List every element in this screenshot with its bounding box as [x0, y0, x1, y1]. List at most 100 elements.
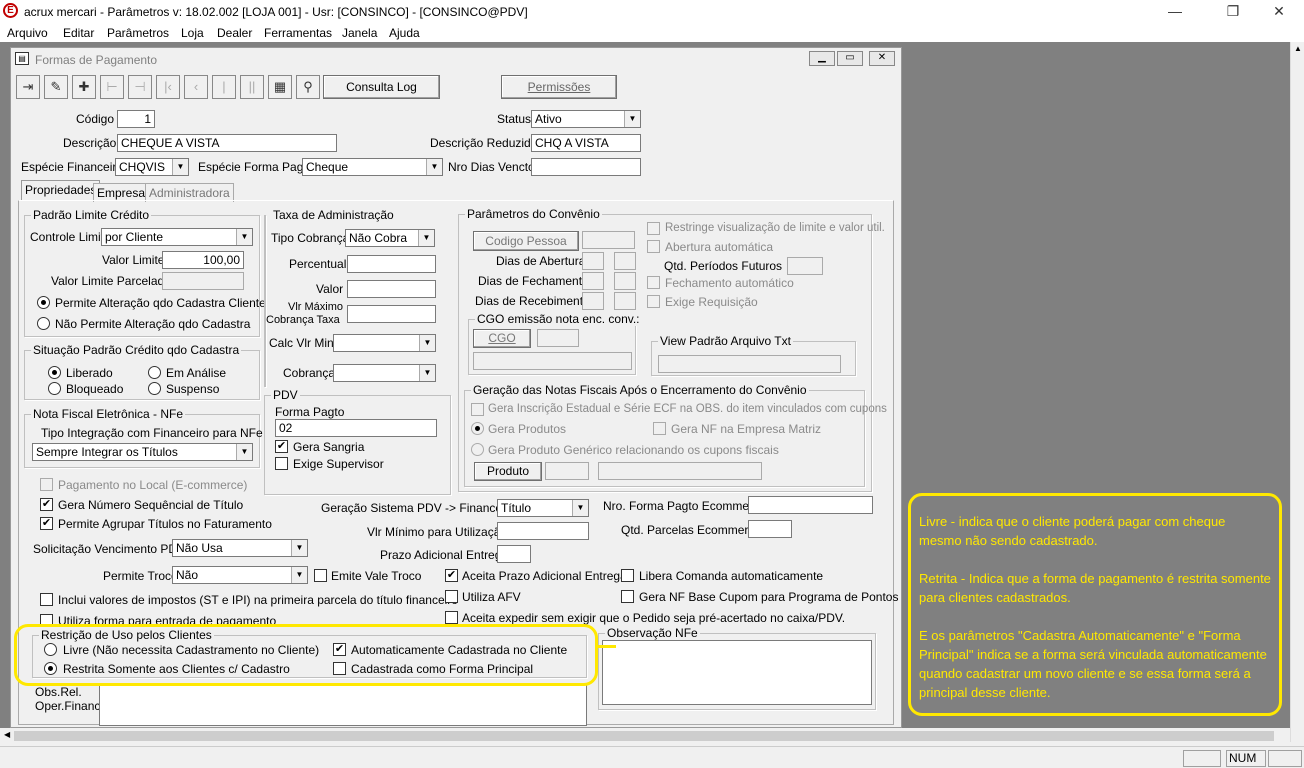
search-icon[interactable]: ⚲ [296, 75, 320, 99]
solicitacao-select[interactable]: Não Usa ▼ [172, 539, 308, 557]
menu-janela[interactable]: Janela [342, 26, 377, 40]
close-icon[interactable]: ✕ [1264, 2, 1294, 22]
chevron-down-icon[interactable]: ▼ [624, 111, 640, 127]
tipo-integracao-select[interactable]: Sempre Integrar os Títulos ▼ [32, 443, 253, 461]
menu-parametros[interactable]: Parâmetros [107, 26, 169, 40]
gera-nf-matriz-checkbox[interactable] [653, 422, 666, 435]
exige-supervisor-checkbox[interactable] [275, 457, 288, 470]
child-minimize-icon[interactable]: ▁ [809, 51, 835, 66]
dias-recebimento-input[interactable] [582, 292, 604, 310]
dias-abertura-input2[interactable] [614, 252, 636, 270]
controle-limite-select[interactable]: por Cliente ▼ [101, 228, 253, 246]
cobranca-select[interactable]: ▼ [333, 364, 436, 382]
nao-permite-alteracao-radio[interactable] [37, 317, 50, 330]
percentual-input[interactable] [347, 255, 436, 273]
horizontal-scrollbar[interactable]: ◀ [0, 728, 1290, 744]
valor-input[interactable] [347, 280, 436, 298]
codigo-input[interactable]: 1 [117, 110, 155, 128]
gera-nf-base-checkbox[interactable] [621, 590, 634, 603]
calc-vlr-min-select[interactable]: ▼ [333, 334, 436, 352]
qtd-periodos-input[interactable] [787, 257, 823, 275]
chevron-down-icon[interactable]: ▼ [291, 540, 307, 556]
chevron-down-icon[interactable]: ▼ [426, 159, 442, 175]
edit-icon[interactable]: ✎ [44, 75, 68, 99]
consulta-log-button[interactable]: Consulta Log [323, 75, 440, 99]
dias-fechamento-input[interactable] [582, 272, 604, 290]
menu-arquivo[interactable]: Arquivo [7, 26, 48, 40]
obs-rel-textarea[interactable] [99, 684, 587, 726]
tipo-cobranca-select[interactable]: Não Cobra ▼ [345, 229, 435, 247]
cgo-description-input[interactable] [473, 352, 632, 370]
abertura-auto-checkbox[interactable] [647, 240, 660, 253]
menu-loja[interactable]: Loja [181, 26, 204, 40]
permite-troco-select[interactable]: Não ▼ [172, 566, 308, 584]
forma-pagto-input[interactable]: 02 [275, 419, 437, 437]
last-icon[interactable]: || [240, 75, 264, 99]
cgo-input[interactable] [537, 329, 579, 347]
inclui-valores-checkbox[interactable] [40, 593, 53, 606]
tab-propriedades[interactable]: Propriedades [21, 180, 101, 201]
chevron-down-icon[interactable]: ▼ [236, 444, 252, 460]
exit-icon[interactable]: ⇥ [16, 75, 40, 99]
nro-forma-ecom-input[interactable] [748, 496, 873, 514]
pagamento-local-checkbox[interactable] [40, 478, 53, 491]
libera-comanda-checkbox[interactable] [621, 569, 634, 582]
vlr-minimo-input[interactable] [497, 522, 589, 540]
list-icon[interactable]: ▦ [268, 75, 292, 99]
chevron-down-icon[interactable]: ▼ [236, 229, 252, 245]
delete-icon[interactable]: ⊣ [128, 75, 152, 99]
child-maximize-icon[interactable]: ▭ [837, 51, 863, 66]
chevron-down-icon[interactable]: ▼ [418, 230, 434, 246]
produto-button[interactable]: Produto [474, 462, 542, 481]
chevron-down-icon[interactable]: ▼ [291, 567, 307, 583]
vertical-scrollbar[interactable]: ▲ [1290, 42, 1304, 742]
scroll-thumb[interactable] [14, 731, 1274, 741]
menu-dealer[interactable]: Dealer [217, 26, 252, 40]
observacao-nfe-textarea[interactable] [602, 640, 872, 705]
prazo-adicional-input[interactable] [497, 545, 531, 563]
view-padrao-input[interactable] [658, 355, 841, 373]
chevron-down-icon[interactable]: ▼ [419, 335, 435, 351]
descricao-input[interactable]: CHEQUE A VISTA [117, 134, 337, 152]
restringe-checkbox[interactable] [647, 222, 660, 235]
especie-fin-select[interactable]: CHQVIS ▼ [115, 158, 189, 176]
gera-sangria-checkbox[interactable]: ✔ [275, 440, 288, 453]
gera-produtos-radio[interactable] [471, 422, 484, 435]
permite-agrupar-checkbox[interactable]: ✔ [40, 517, 53, 530]
exige-requisicao-checkbox[interactable] [647, 295, 660, 308]
em-analise-radio[interactable] [148, 366, 161, 379]
menu-ferramentas[interactable]: Ferramentas [264, 26, 332, 40]
produto-description-input[interactable] [598, 462, 762, 480]
minimize-icon[interactable]: — [1160, 2, 1190, 22]
add-icon[interactable]: ✚ [72, 75, 96, 99]
restore-icon[interactable]: ❐ [1218, 2, 1248, 22]
aceita-expedir-checkbox[interactable] [445, 611, 458, 624]
aceita-prazo-checkbox[interactable]: ✔ [445, 569, 458, 582]
geracao-pdv-select[interactable]: Título ▼ [497, 499, 589, 517]
liberado-radio[interactable] [48, 366, 61, 379]
gera-generico-radio[interactable] [471, 443, 484, 456]
insert-icon[interactable]: ⊢ [100, 75, 124, 99]
chevron-down-icon[interactable]: ▼ [572, 500, 588, 516]
permissoes-button[interactable]: Permissões [501, 75, 617, 99]
gera-inscricao-checkbox[interactable] [471, 403, 484, 416]
valor-parcelado-input[interactable] [162, 272, 244, 290]
emite-vale-checkbox[interactable] [314, 569, 327, 582]
descr-reduzida-input[interactable]: CHQ A VISTA [531, 134, 641, 152]
especie-forma-select[interactable]: Cheque ▼ [302, 158, 443, 176]
dias-recebimento-input2[interactable] [614, 292, 636, 310]
qtd-parcelas-ecom-input[interactable] [748, 520, 792, 538]
nro-dias-input[interactable] [531, 158, 641, 176]
valor-limite-input[interactable]: 100,00 [162, 251, 244, 269]
gera-numero-checkbox[interactable]: ✔ [40, 498, 53, 511]
status-select[interactable]: Ativo ▼ [531, 110, 641, 128]
cgo-button[interactable]: CGO [473, 329, 531, 348]
first-icon[interactable]: |‹ [156, 75, 180, 99]
fechamento-auto-checkbox[interactable] [647, 276, 660, 289]
codigo-pessoa-input[interactable] [582, 231, 635, 249]
produto-input[interactable] [545, 462, 589, 480]
dias-fechamento-input2[interactable] [614, 272, 636, 290]
permite-alteracao-radio[interactable] [37, 296, 50, 309]
suspenso-radio[interactable] [148, 382, 161, 395]
child-close-icon[interactable]: ✕ [869, 51, 895, 66]
